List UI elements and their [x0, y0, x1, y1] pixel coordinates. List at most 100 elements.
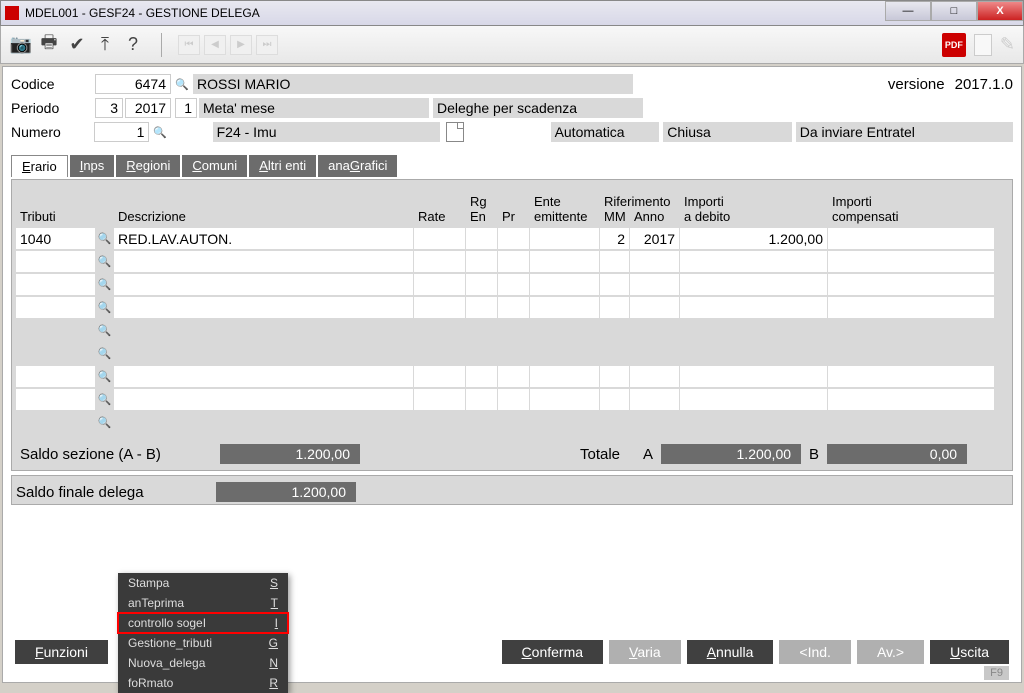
annulla-button[interactable]: Annulla — [687, 640, 774, 664]
saldo-finale-label: Saldo finale delega — [16, 484, 216, 501]
periodo-label: Periodo — [11, 100, 93, 116]
col-rate: Rate — [414, 207, 466, 226]
nav-first-icon[interactable]: ⏮ — [178, 35, 200, 55]
ctx-stampa[interactable]: StampaS — [118, 573, 288, 593]
a-label: A — [643, 446, 653, 463]
periodo-desc-field: Meta' mese — [199, 98, 429, 118]
totale-b-value: 0,00 — [827, 444, 967, 464]
tabs: Erario Inps Regioni Comuni Altri enti an… — [11, 155, 1013, 177]
version-value: 2017.1.0 — [955, 76, 1013, 93]
minimize-button[interactable]: — — [885, 1, 931, 21]
varia-button[interactable]: Varia — [609, 640, 681, 664]
row-lookup-icon[interactable]: 🔍 — [96, 274, 114, 295]
saldo-sezione-row: Saldo sezione (A - B) 1.200,00 Totale A … — [16, 440, 1008, 468]
version-label: versione — [888, 76, 945, 93]
totale-a-value: 1.200,00 — [661, 444, 801, 464]
check-icon[interactable]: ✔ — [65, 33, 89, 57]
toolbar: 📷 🖶 ✔ ⤒ ? ⏮ ◀ ▶ ⏭ PDF ✎ — [0, 26, 1024, 64]
funzioni-button[interactable]: Funzioni — [15, 640, 108, 664]
saldo-sezione-value: 1.200,00 — [220, 444, 360, 464]
entratel-field: Da inviare Entratel — [796, 122, 1013, 142]
periodo-month-field[interactable]: 3 — [95, 98, 123, 118]
numero-lookup-icon[interactable]: 🔍 — [151, 122, 169, 142]
pdf-icon[interactable]: PDF — [942, 33, 966, 57]
tab-regioni[interactable]: Regioni — [116, 155, 180, 177]
f9-badge: F9 — [984, 666, 1009, 680]
ctx-formato[interactable]: foRmatoR — [118, 673, 288, 693]
funzioni-context-menu: StampaS anTeprimaT controllo sogeII Gest… — [118, 573, 288, 693]
title-bar: MDEL001 - GESF24 - GESTIONE DELEGA — □ X — [0, 0, 1024, 26]
codice-field[interactable]: 6474 — [95, 74, 171, 94]
edit-icon[interactable]: ✎ — [1000, 34, 1015, 55]
help-icon[interactable]: ? — [121, 33, 145, 57]
numero-field[interactable]: 1 — [94, 122, 149, 142]
nav-prev-icon[interactable]: ◀ — [204, 35, 226, 55]
app-icon — [5, 6, 19, 20]
maximize-button[interactable]: □ — [931, 1, 977, 21]
print-icon[interactable]: 🖶 — [37, 33, 61, 57]
col-ente: Enteemittente — [530, 192, 600, 226]
window-title: MDEL001 - GESF24 - GESTIONE DELEGA — [25, 6, 260, 20]
indietro-button[interactable]: <Ind. — [779, 640, 851, 664]
nav-last-icon[interactable]: ⏭ — [256, 35, 278, 55]
grid-body: 1040🔍RED.LAV.AUTON.220171.200,00🔍🔍🔍🔍🔍🔍🔍🔍 — [16, 228, 1008, 434]
tab-inps[interactable]: Inps — [70, 155, 115, 177]
codice-lookup-icon[interactable]: 🔍 — [173, 74, 191, 94]
codice-label: Codice — [11, 76, 93, 92]
col-tributi: Tributi — [16, 207, 96, 226]
row-lookup-icon[interactable]: 🔍 — [96, 251, 114, 272]
row-lookup-icon[interactable]: 🔍 — [96, 366, 114, 387]
page-icon[interactable] — [446, 122, 464, 142]
col-debito: Importia debito — [680, 192, 828, 226]
totale-label: Totale — [580, 446, 635, 463]
tab-erario[interactable]: Erario — [11, 155, 68, 177]
chiusa-field: Chiusa — [663, 122, 791, 142]
deleghe-field: Deleghe per scadenza — [433, 98, 643, 118]
col-descrizione: Descrizione — [114, 207, 414, 226]
ctx-controllo-sogei[interactable]: controllo sogeII — [118, 613, 288, 633]
document-icon[interactable] — [974, 34, 992, 56]
nome-field: ROSSI MARIO — [193, 74, 633, 94]
table-row[interactable]: 🔍 — [16, 320, 1008, 342]
saldo-finale-value: 1.200,00 — [216, 482, 356, 502]
nav-next-icon[interactable]: ▶ — [230, 35, 252, 55]
close-button[interactable]: X — [977, 1, 1023, 21]
tab-comuni[interactable]: Comuni — [182, 155, 247, 177]
table-row[interactable]: 1040🔍RED.LAV.AUTON.220171.200,00 — [16, 228, 1008, 250]
ctx-gestione-tributi[interactable]: Gestione_tributiG — [118, 633, 288, 653]
f24-field: F24 - Imu — [213, 122, 440, 142]
table-row[interactable]: 🔍 — [16, 274, 1008, 296]
uscita-button[interactable]: Uscita — [930, 640, 1009, 664]
table-row[interactable]: 🔍 — [16, 412, 1008, 434]
row-lookup-icon[interactable]: 🔍 — [96, 412, 114, 433]
conferma-button[interactable]: Conferma — [502, 640, 603, 664]
row-lookup-icon[interactable]: 🔍 — [96, 343, 114, 364]
col-mm: RiferimentoMM — [600, 192, 630, 226]
saldo-sezione-label: Saldo sezione (A - B) — [20, 446, 220, 463]
table-row[interactable]: 🔍 — [16, 343, 1008, 365]
row-lookup-icon[interactable]: 🔍 — [96, 320, 114, 341]
col-compensati: Importicompensati — [828, 192, 995, 226]
numero-label: Numero — [11, 124, 92, 140]
row-lookup-icon[interactable]: 🔍 — [96, 389, 114, 410]
ctx-anteprima[interactable]: anTeprimaT — [118, 593, 288, 613]
automatica-field: Automatica — [551, 122, 660, 142]
row-lookup-icon[interactable]: 🔍 — [96, 228, 114, 249]
table-row[interactable]: 🔍 — [16, 297, 1008, 319]
saldo-finale-panel: Saldo finale delega 1.200,00 — [11, 475, 1013, 505]
row-lookup-icon[interactable]: 🔍 — [96, 297, 114, 318]
periodo-year-field[interactable]: 2017 — [125, 98, 171, 118]
table-row[interactable]: 🔍 — [16, 389, 1008, 411]
avanti-button[interactable]: Av.> — [857, 640, 924, 664]
ctx-nuova-delega[interactable]: Nuova_delegaN — [118, 653, 288, 673]
col-pr: Pr — [498, 207, 530, 226]
table-row[interactable]: 🔍 — [16, 366, 1008, 388]
col-rgen: RgEn — [466, 192, 498, 226]
table-row[interactable]: 🔍 — [16, 251, 1008, 273]
camera-icon[interactable]: 📷 — [9, 33, 33, 57]
tab-anagrafici[interactable]: anaGrafici — [318, 155, 397, 177]
periodo-num-field[interactable]: 1 — [175, 98, 197, 118]
upload-icon[interactable]: ⤒ — [93, 33, 117, 57]
tab-altri-enti[interactable]: Altri enti — [249, 155, 316, 177]
b-label: B — [809, 446, 819, 463]
